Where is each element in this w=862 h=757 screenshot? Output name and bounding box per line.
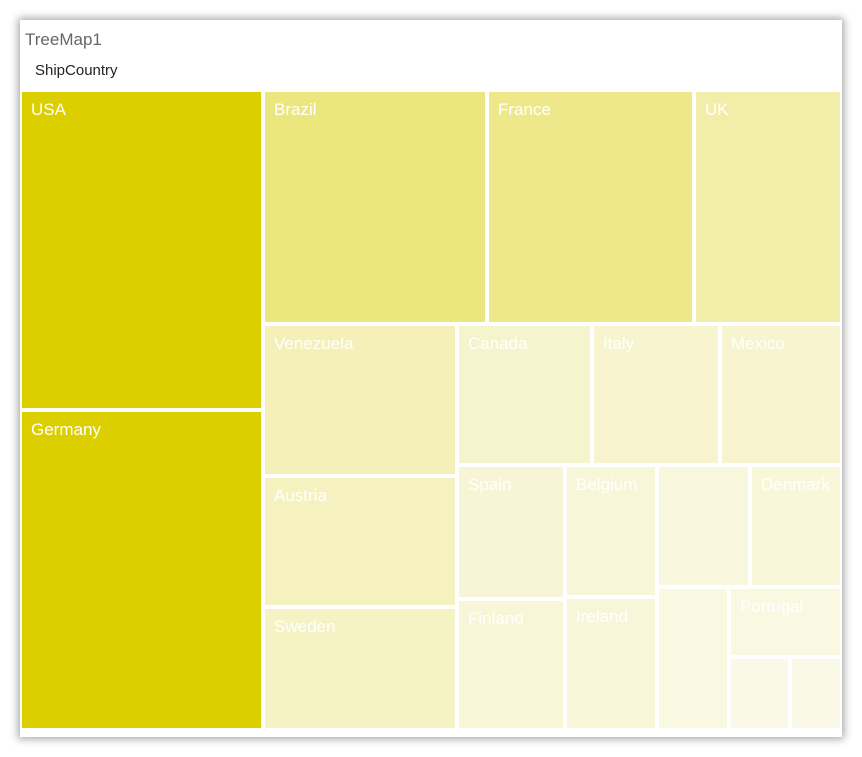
tile-label: Canada: [468, 334, 528, 353]
treemap-tile-mexico[interactable]: Mexico: [722, 326, 840, 463]
treemap-tile-italy[interactable]: Italy: [594, 326, 718, 463]
tile-label: Spain: [468, 475, 512, 494]
treemap-tile-unlabeled-15[interactable]: [659, 467, 748, 585]
treemap-tile-ireland[interactable]: Ireland: [567, 599, 655, 728]
treemap-tile-finland[interactable]: Finland: [459, 601, 563, 728]
tile-label: UK: [705, 100, 729, 119]
tile-label: Mexico: [731, 334, 785, 353]
treemap-tile-usa[interactable]: USA: [22, 92, 261, 408]
tile-label: Finland: [468, 609, 524, 628]
treemap-tile-sweden[interactable]: Sweden: [265, 609, 455, 728]
tile-label: Sweden: [274, 617, 336, 636]
tile-label: Italy: [603, 334, 635, 353]
treemap-tile-denmark[interactable]: Denmark: [752, 467, 840, 585]
tile-label: Belgium: [576, 475, 638, 494]
tile-label: Ireland: [576, 607, 628, 626]
tile-label: Germany: [31, 420, 101, 439]
treemap-tile-unlabeled-20[interactable]: [792, 659, 840, 728]
tile-label: Denmark: [761, 475, 830, 494]
tile-label: Venezuela: [274, 334, 354, 353]
treemap-tile-unlabeled-19[interactable]: [731, 659, 788, 728]
tile-label: Brazil: [274, 100, 317, 119]
treemap-tile-france[interactable]: France: [489, 92, 692, 322]
visual-title: TreeMap1: [25, 30, 102, 49]
treemap-tile-spain[interactable]: Spain: [459, 467, 563, 597]
treemap-tile-germany[interactable]: Germany: [22, 412, 261, 728]
treemap-tile-austria[interactable]: Austria: [265, 478, 455, 605]
treemap-tile-belgium[interactable]: Belgium: [567, 467, 655, 595]
treemap-tile-brazil[interactable]: Brazil: [265, 92, 485, 322]
tile-label: Portugal: [740, 597, 804, 616]
treemap-visual: TreeMap1 ShipCountry USA Germany Brazil Fra…: [20, 20, 842, 737]
treemap-tile-uk[interactable]: UK: [696, 92, 840, 322]
treemap-tile-portugal[interactable]: Portugal: [731, 589, 840, 655]
tile-label: USA: [31, 100, 66, 119]
tile-label: France: [498, 100, 551, 119]
treemap-tile-venezuela[interactable]: Venezuela: [265, 326, 455, 474]
tile-label: Austria: [274, 486, 327, 505]
group-field-header: ShipCountry: [35, 62, 118, 79]
treemap-tile-unlabeled-17[interactable]: [659, 589, 727, 728]
treemap-plot: USA Germany Brazil France UK Venezuela Austria…: [20, 90, 842, 730]
treemap-tile-canada[interactable]: Canada: [459, 326, 590, 463]
